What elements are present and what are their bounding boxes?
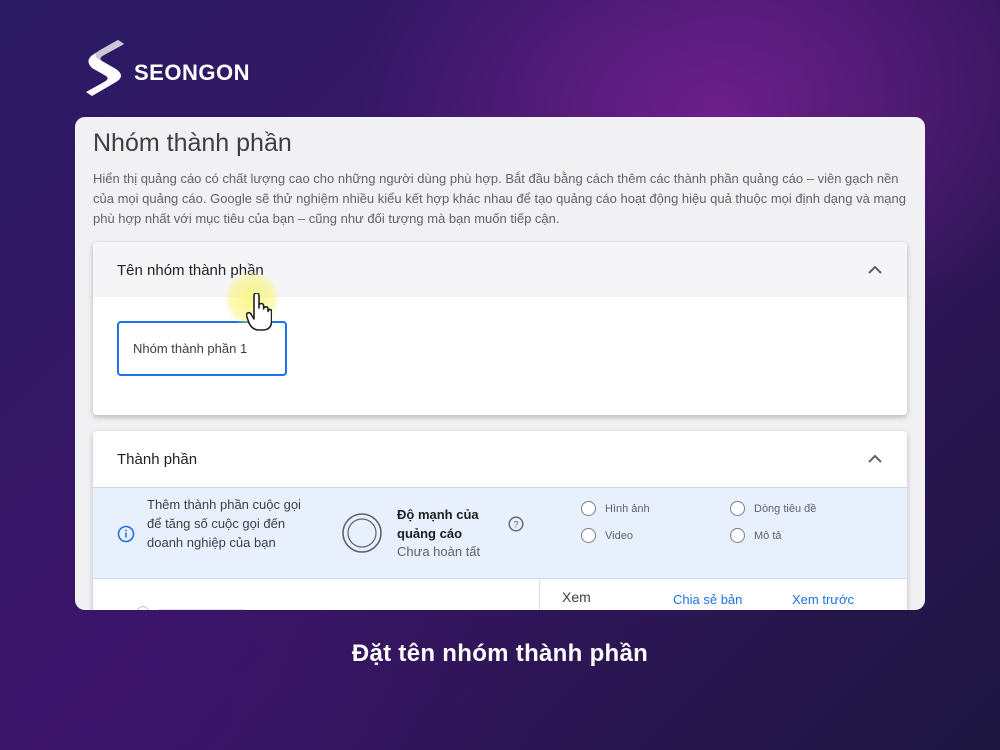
checklist-label: Dòng tiêu đề [754, 502, 817, 515]
column-divider [539, 579, 540, 610]
preview-row: Xem Chia sẻ bản Xem trước [93, 579, 907, 610]
radio-unchecked-icon [730, 528, 745, 543]
ad-strength-band: Thêm thành phần cuộc gọi để tăng số cuộc… [93, 487, 907, 579]
ad-strength-status: Chưa hoàn tất [397, 544, 481, 559]
ad-strength-title: Độ mạnh của quảng cáo [397, 507, 479, 541]
call-asset-tip: Thêm thành phần cuộc gọi để tăng số cuộc… [147, 497, 301, 550]
faded-circle-icon [137, 606, 149, 610]
checklist-label: Mô tả [754, 529, 782, 542]
info-icon [117, 525, 135, 543]
brand-logo: SEONGON [80, 36, 250, 96]
assets-header[interactable]: Thành phần [93, 431, 907, 487]
preview-link[interactable]: Xem trước [792, 592, 854, 607]
caption: Đặt tên nhóm thành phần [351, 640, 649, 667]
checklist-label: Hình ảnh [605, 502, 650, 515]
view-label: Xem [562, 589, 591, 605]
asset-group-name-panel: Tên nhóm thành phần [93, 242, 907, 415]
faded-text-placeholder [157, 609, 247, 610]
page-description: Hiển thị quảng cáo có chất lượng cao cho… [93, 171, 906, 226]
hand-pointer-icon [246, 293, 272, 331]
faded-row-content [137, 605, 277, 610]
ad-strength-ring [342, 513, 382, 553]
help-icon[interactable]: ? [508, 516, 524, 532]
brand-name: SEONGON [134, 60, 250, 85]
seongon-logo-icon [86, 40, 124, 96]
radio-unchecked-icon [730, 501, 745, 516]
checklist-item-video[interactable]: Video [581, 528, 633, 543]
chevron-up-icon[interactable] [865, 260, 885, 280]
share-link[interactable]: Chia sẻ bản [673, 592, 742, 607]
assets-title: Thành phần [117, 451, 198, 468]
chevron-up-icon[interactable] [865, 449, 885, 469]
asset-group-name-header[interactable]: Tên nhóm thành phần [93, 242, 907, 297]
assets-panel: Thành phần Thêm thành phần cuộc gọi để t… [93, 431, 907, 610]
checklist-item-description[interactable]: Mô tả [730, 528, 782, 543]
radio-unchecked-icon [581, 501, 596, 516]
radio-unchecked-icon [581, 528, 596, 543]
screenshot-card: Nhóm thành phần Hiển thị quảng cáo có ch… [75, 117, 925, 610]
svg-text:?: ? [513, 520, 518, 530]
checklist-item-image[interactable]: Hình ảnh [581, 501, 650, 516]
checklist-label: Video [605, 529, 633, 542]
checklist-item-headline[interactable]: Dòng tiêu đề [730, 501, 816, 516]
page-title: Nhóm thành phần [93, 129, 292, 157]
